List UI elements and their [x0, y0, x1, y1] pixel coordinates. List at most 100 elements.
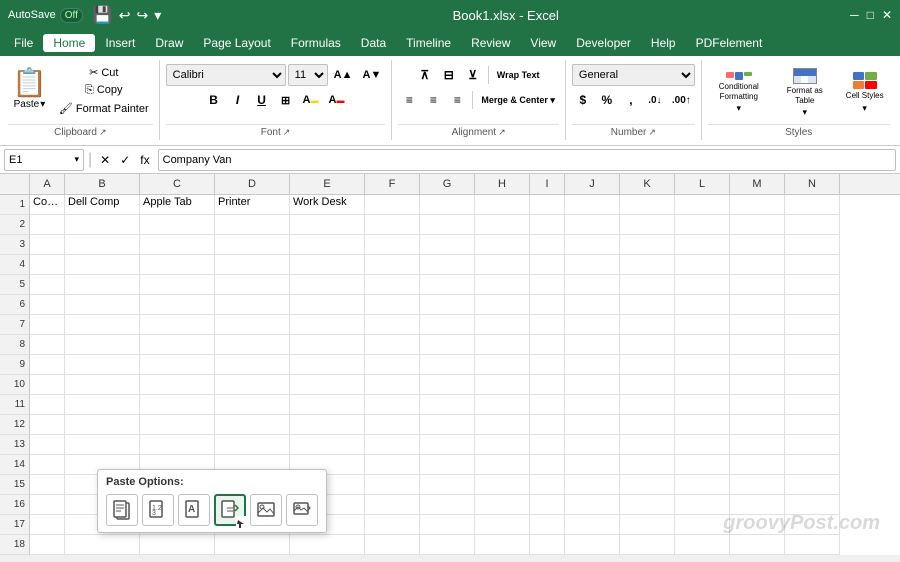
cell-L17[interactable] — [675, 515, 730, 535]
cell-C2[interactable] — [140, 215, 215, 235]
cell-G10[interactable] — [420, 375, 475, 395]
row-num-10[interactable]: 10 — [0, 375, 29, 395]
cell-A14[interactable] — [30, 455, 65, 475]
increase-decimal-btn[interactable]: .00↑ — [668, 89, 695, 111]
font-name-select[interactable]: Calibri — [166, 64, 286, 86]
row-num-4[interactable]: 4 — [0, 255, 29, 275]
cell-L8[interactable] — [675, 335, 730, 355]
row-num-16[interactable]: 16 — [0, 495, 29, 515]
cell-G16[interactable] — [420, 495, 475, 515]
row-num-18[interactable]: 18 — [0, 535, 29, 555]
cell-I15[interactable] — [530, 475, 565, 495]
cell-J2[interactable] — [565, 215, 620, 235]
name-box[interactable]: E1 ▾ — [4, 149, 84, 171]
cell-F13[interactable] — [365, 435, 420, 455]
cell-F5[interactable] — [365, 275, 420, 295]
cell-G6[interactable] — [420, 295, 475, 315]
cell-H5[interactable] — [475, 275, 530, 295]
row-num-3[interactable]: 3 — [0, 235, 29, 255]
cell-B2[interactable] — [65, 215, 140, 235]
bold-btn[interactable]: B — [203, 89, 225, 111]
cell-C5[interactable] — [140, 275, 215, 295]
cell-F17[interactable] — [365, 515, 420, 535]
copy-button[interactable]: ⎘ Copy — [55, 82, 153, 99]
menu-draw[interactable]: Draw — [145, 34, 193, 52]
border-btn[interactable]: ⊞ — [275, 89, 297, 111]
cell-B12[interactable] — [65, 415, 140, 435]
cell-H8[interactable] — [475, 335, 530, 355]
cell-E10[interactable] — [290, 375, 365, 395]
menu-timeline[interactable]: Timeline — [396, 34, 461, 52]
cell-B10[interactable] — [65, 375, 140, 395]
align-bottom-btn[interactable]: ⊻ — [462, 64, 484, 86]
cell-B18[interactable] — [65, 535, 140, 555]
redo-icon[interactable]: ↪ — [137, 7, 149, 24]
cell-C12[interactable] — [140, 415, 215, 435]
cell-F3[interactable] — [365, 235, 420, 255]
cell-A16[interactable] — [30, 495, 65, 515]
cell-H18[interactable] — [475, 535, 530, 555]
col-header-C[interactable]: C — [140, 174, 215, 194]
cell-N3[interactable] — [785, 235, 840, 255]
cell-I1[interactable] — [530, 195, 565, 215]
cell-B13[interactable] — [65, 435, 140, 455]
cell-B7[interactable] — [65, 315, 140, 335]
row-num-13[interactable]: 13 — [0, 435, 29, 455]
cell-L1[interactable] — [675, 195, 730, 215]
cell-N5[interactable] — [785, 275, 840, 295]
fill-color-btn[interactable]: A▬ — [299, 89, 323, 111]
cell-F10[interactable] — [365, 375, 420, 395]
close-btn[interactable]: ✕ — [882, 8, 892, 22]
menu-help[interactable]: Help — [641, 34, 686, 52]
cell-M11[interactable] — [730, 395, 785, 415]
alignment-expand[interactable]: ↗ — [498, 127, 506, 138]
menu-formulas[interactable]: Formulas — [281, 34, 351, 52]
paste-opt-1[interactable] — [106, 494, 138, 526]
cell-D8[interactable] — [215, 335, 290, 355]
cell-K12[interactable] — [620, 415, 675, 435]
cell-N6[interactable] — [785, 295, 840, 315]
cut-button[interactable]: ✂ Cut — [55, 64, 153, 81]
cell-G18[interactable] — [420, 535, 475, 555]
row-num-5[interactable]: 5 — [0, 275, 29, 295]
cell-N1[interactable] — [785, 195, 840, 215]
minimize-btn[interactable]: ─ — [850, 8, 859, 22]
cell-H17[interactable] — [475, 515, 530, 535]
cell-B1[interactable]: Dell Comp — [65, 195, 140, 215]
cell-I5[interactable] — [530, 275, 565, 295]
cell-M4[interactable] — [730, 255, 785, 275]
decrease-font-btn[interactable]: A▼ — [359, 64, 386, 86]
cell-N10[interactable] — [785, 375, 840, 395]
cell-C4[interactable] — [140, 255, 215, 275]
row-num-2[interactable]: 2 — [0, 215, 29, 235]
cell-K8[interactable] — [620, 335, 675, 355]
col-header-A[interactable]: A — [30, 174, 65, 194]
cell-K14[interactable] — [620, 455, 675, 475]
cell-L10[interactable] — [675, 375, 730, 395]
menu-insert[interactable]: Insert — [95, 34, 145, 52]
cell-F16[interactable] — [365, 495, 420, 515]
cell-K18[interactable] — [620, 535, 675, 555]
cell-K7[interactable] — [620, 315, 675, 335]
cell-M14[interactable] — [730, 455, 785, 475]
col-header-N[interactable]: N — [785, 174, 840, 194]
save-icon[interactable]: 💾 — [93, 5, 113, 25]
cell-D3[interactable] — [215, 235, 290, 255]
cell-A3[interactable] — [30, 235, 65, 255]
cell-B6[interactable] — [65, 295, 140, 315]
align-top-btn[interactable]: ⊼ — [414, 64, 436, 86]
insert-function-btn[interactable]: fx — [136, 151, 153, 169]
row-num-7[interactable]: 7 — [0, 315, 29, 335]
cell-M10[interactable] — [730, 375, 785, 395]
cell-L7[interactable] — [675, 315, 730, 335]
cell-K13[interactable] — [620, 435, 675, 455]
cell-H12[interactable] — [475, 415, 530, 435]
paste-opt-3[interactable]: A — [178, 494, 210, 526]
cell-G3[interactable] — [420, 235, 475, 255]
cell-I9[interactable] — [530, 355, 565, 375]
cell-A1[interactable]: Company — [30, 195, 65, 215]
cell-L12[interactable] — [675, 415, 730, 435]
cell-L14[interactable] — [675, 455, 730, 475]
row-num-8[interactable]: 8 — [0, 335, 29, 355]
cell-E18[interactable] — [290, 535, 365, 555]
